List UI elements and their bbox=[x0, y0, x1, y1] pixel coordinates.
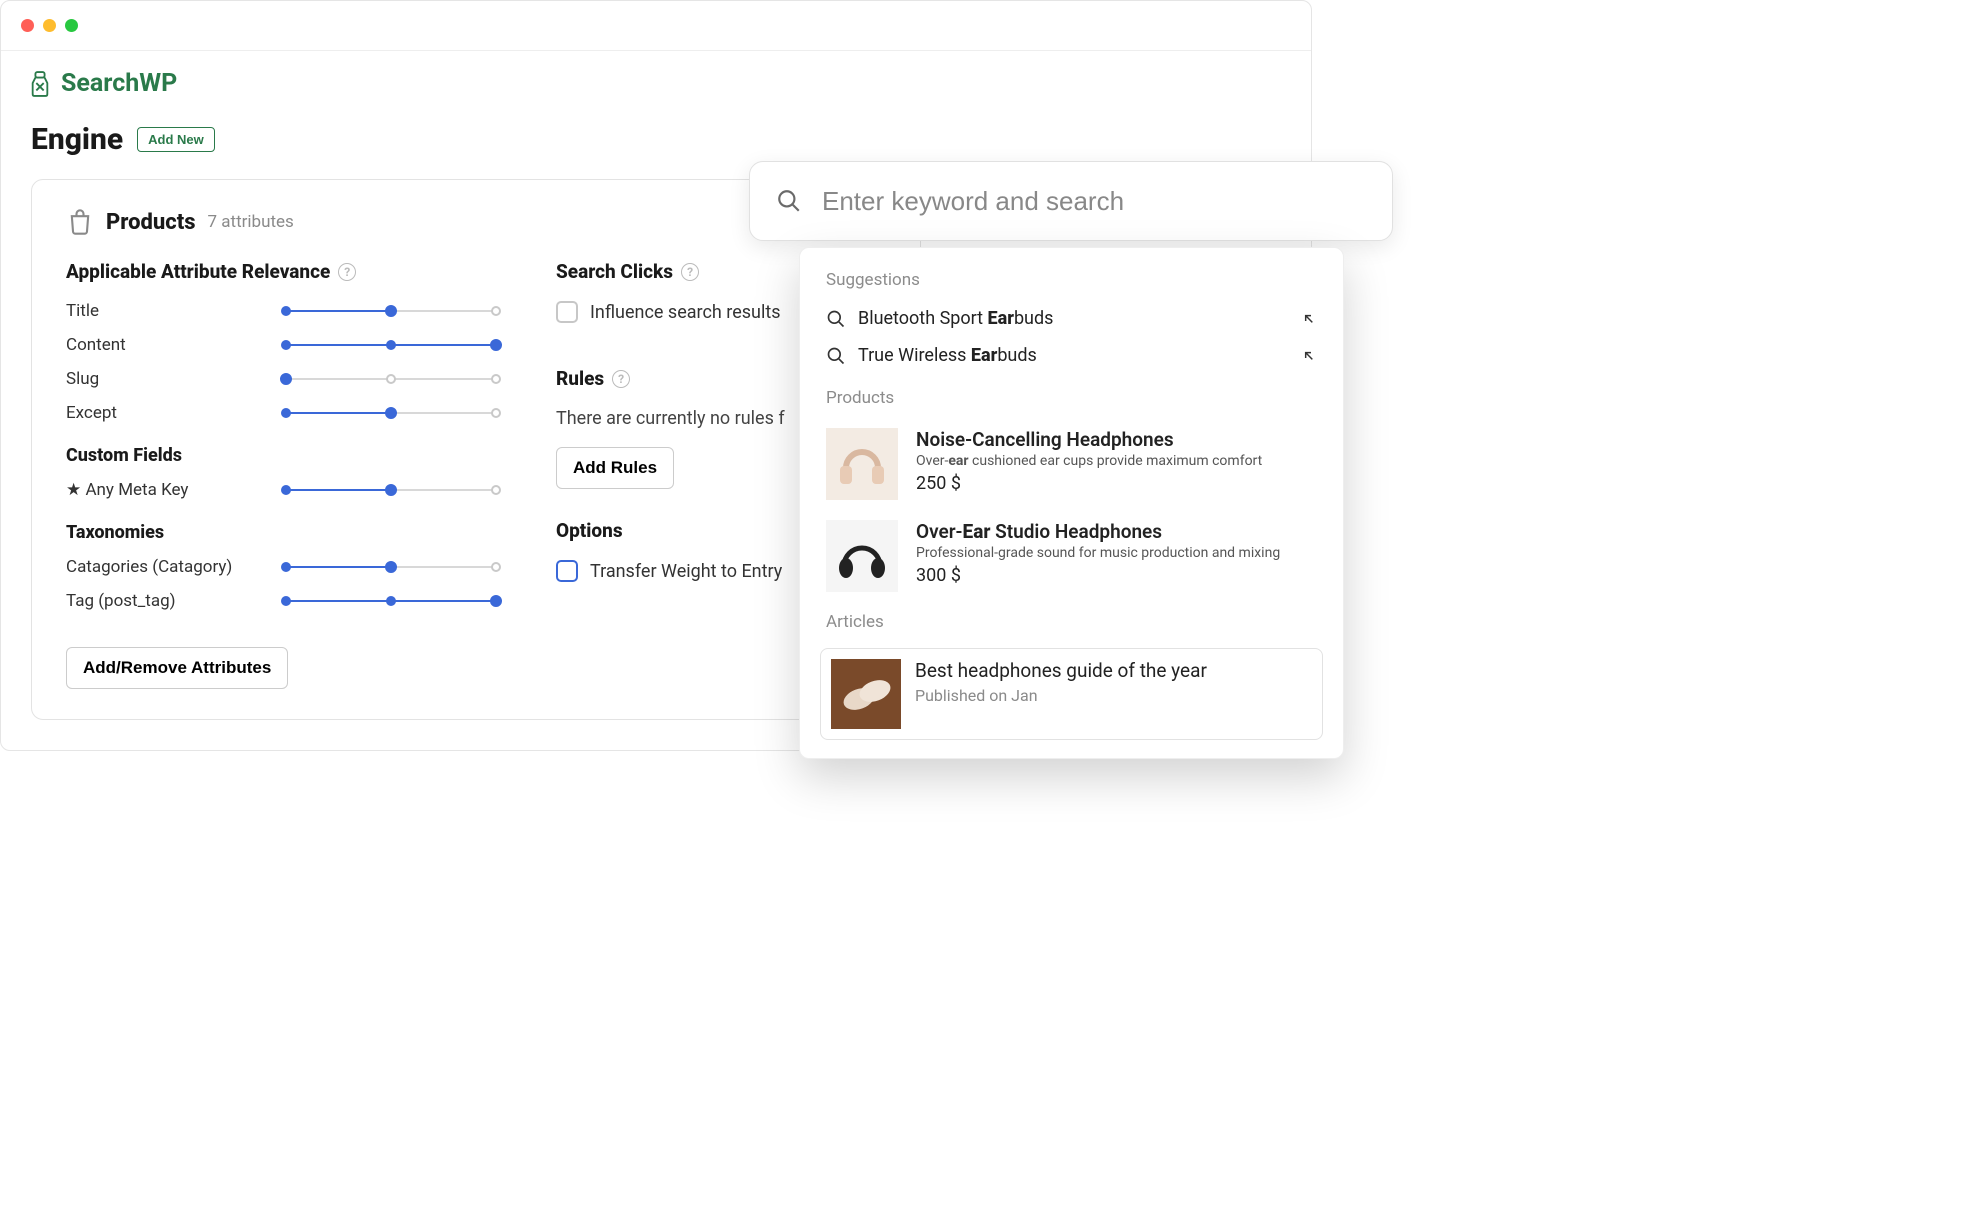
close-window-button[interactable] bbox=[21, 19, 34, 32]
slider-row: Catagories (Catagory) bbox=[66, 557, 496, 577]
brand-bar: SearchWP bbox=[1, 51, 1311, 116]
slider-row: ★ Any Meta Key bbox=[66, 480, 496, 500]
help-icon[interactable]: ? bbox=[681, 263, 699, 281]
minimize-window-button[interactable] bbox=[43, 19, 56, 32]
article-thumbnail bbox=[831, 659, 901, 729]
articles-heading: Articles bbox=[800, 602, 1343, 642]
add-remove-attributes-button[interactable]: Add/Remove Attributes bbox=[66, 647, 288, 689]
add-new-button[interactable]: Add New bbox=[137, 127, 215, 152]
search-overlay: Suggestions Bluetooth Sport Earbuds True … bbox=[749, 161, 1393, 759]
brand-name: SearchWP bbox=[61, 69, 177, 98]
add-rules-button[interactable]: Add Rules bbox=[556, 447, 674, 489]
slider-label: Content bbox=[66, 335, 126, 355]
brand-logo-icon bbox=[29, 70, 51, 98]
relevance-slider[interactable] bbox=[286, 307, 496, 315]
article-meta: Published on Jan bbox=[915, 686, 1207, 705]
relevance-slider[interactable] bbox=[286, 375, 496, 383]
products-heading: Products bbox=[800, 374, 1343, 418]
left-column: Applicable Attribute Relevance ? Title Co… bbox=[66, 260, 496, 689]
slider-row: Slug bbox=[66, 369, 496, 389]
product-description: Over-ear cushioned ear cups provide maxi… bbox=[916, 453, 1262, 469]
suggestion-text: Bluetooth Sport Earbuds bbox=[858, 308, 1053, 329]
arrow-up-left-icon bbox=[1301, 348, 1317, 364]
slider-row: Except bbox=[66, 403, 496, 423]
search-input[interactable] bbox=[822, 186, 1366, 217]
slider-label: Catagories (Catagory) bbox=[66, 557, 232, 577]
slider-row: Title bbox=[66, 301, 496, 321]
arrow-up-left-icon bbox=[1301, 311, 1317, 327]
slider-label: ★ Any Meta Key bbox=[66, 480, 188, 500]
suggestion-item[interactable]: Bluetooth Sport Earbuds bbox=[800, 300, 1343, 337]
suggestion-item[interactable]: True Wireless Earbuds bbox=[800, 337, 1343, 374]
product-thumbnail bbox=[826, 520, 898, 592]
article-result[interactable]: Best headphones guide of the year Publish… bbox=[820, 648, 1323, 740]
slider-row: Tag (post_tag) bbox=[66, 591, 496, 611]
checkbox-icon[interactable] bbox=[556, 560, 578, 582]
page-title: Engine bbox=[31, 122, 123, 157]
search-icon bbox=[776, 188, 802, 214]
relevance-slider[interactable] bbox=[286, 409, 496, 417]
help-icon[interactable]: ? bbox=[612, 370, 630, 388]
search-box[interactable] bbox=[749, 161, 1393, 241]
slider-row: Content bbox=[66, 335, 496, 355]
page-title-row: Engine Add New bbox=[31, 122, 1281, 157]
product-price: 250 $ bbox=[916, 473, 1262, 494]
window-controls bbox=[21, 19, 78, 32]
search-icon bbox=[826, 309, 846, 329]
suggestions-heading: Suggestions bbox=[800, 268, 1343, 300]
panel-title: Products bbox=[106, 210, 196, 235]
slider-label: Tag (post_tag) bbox=[66, 591, 176, 611]
titlebar bbox=[1, 1, 1311, 51]
help-icon[interactable]: ? bbox=[338, 263, 356, 281]
slider-label: Title bbox=[66, 301, 99, 321]
taxonomies-title: Taxonomies bbox=[66, 522, 496, 543]
relevance-slider[interactable] bbox=[286, 486, 496, 494]
product-description: Professional-grade sound for music produ… bbox=[916, 545, 1280, 561]
search-results-panel: Suggestions Bluetooth Sport Earbuds True … bbox=[799, 247, 1344, 759]
article-title: Best headphones guide of the year bbox=[915, 659, 1207, 682]
product-thumbnail bbox=[826, 428, 898, 500]
slider-label: Slug bbox=[66, 369, 99, 389]
product-title: Noise-Cancelling Headphones bbox=[916, 428, 1262, 451]
product-result[interactable]: Noise-Cancelling Headphones Over-ear cush… bbox=[800, 418, 1343, 510]
search-icon bbox=[826, 346, 846, 366]
product-price: 300 $ bbox=[916, 565, 1280, 586]
relevance-slider[interactable] bbox=[286, 597, 496, 605]
app-window: SearchWP Engine Add New Products 7 attri… bbox=[0, 0, 1312, 751]
product-title: Over-Ear Studio Headphones bbox=[916, 520, 1280, 543]
maximize-window-button[interactable] bbox=[65, 19, 78, 32]
product-result[interactable]: Over-Ear Studio Headphones Professional-g… bbox=[800, 510, 1343, 602]
relevance-slider[interactable] bbox=[286, 563, 496, 571]
shopping-bag-icon bbox=[66, 208, 94, 236]
suggestion-text: True Wireless Earbuds bbox=[858, 345, 1037, 366]
attribute-count: 7 attributes bbox=[208, 212, 294, 232]
slider-label: Except bbox=[66, 403, 117, 423]
checkbox-icon[interactable] bbox=[556, 301, 578, 323]
relevance-slider[interactable] bbox=[286, 341, 496, 349]
relevance-section-title: Applicable Attribute Relevance ? bbox=[66, 260, 496, 283]
custom-fields-title: Custom Fields bbox=[66, 445, 496, 466]
